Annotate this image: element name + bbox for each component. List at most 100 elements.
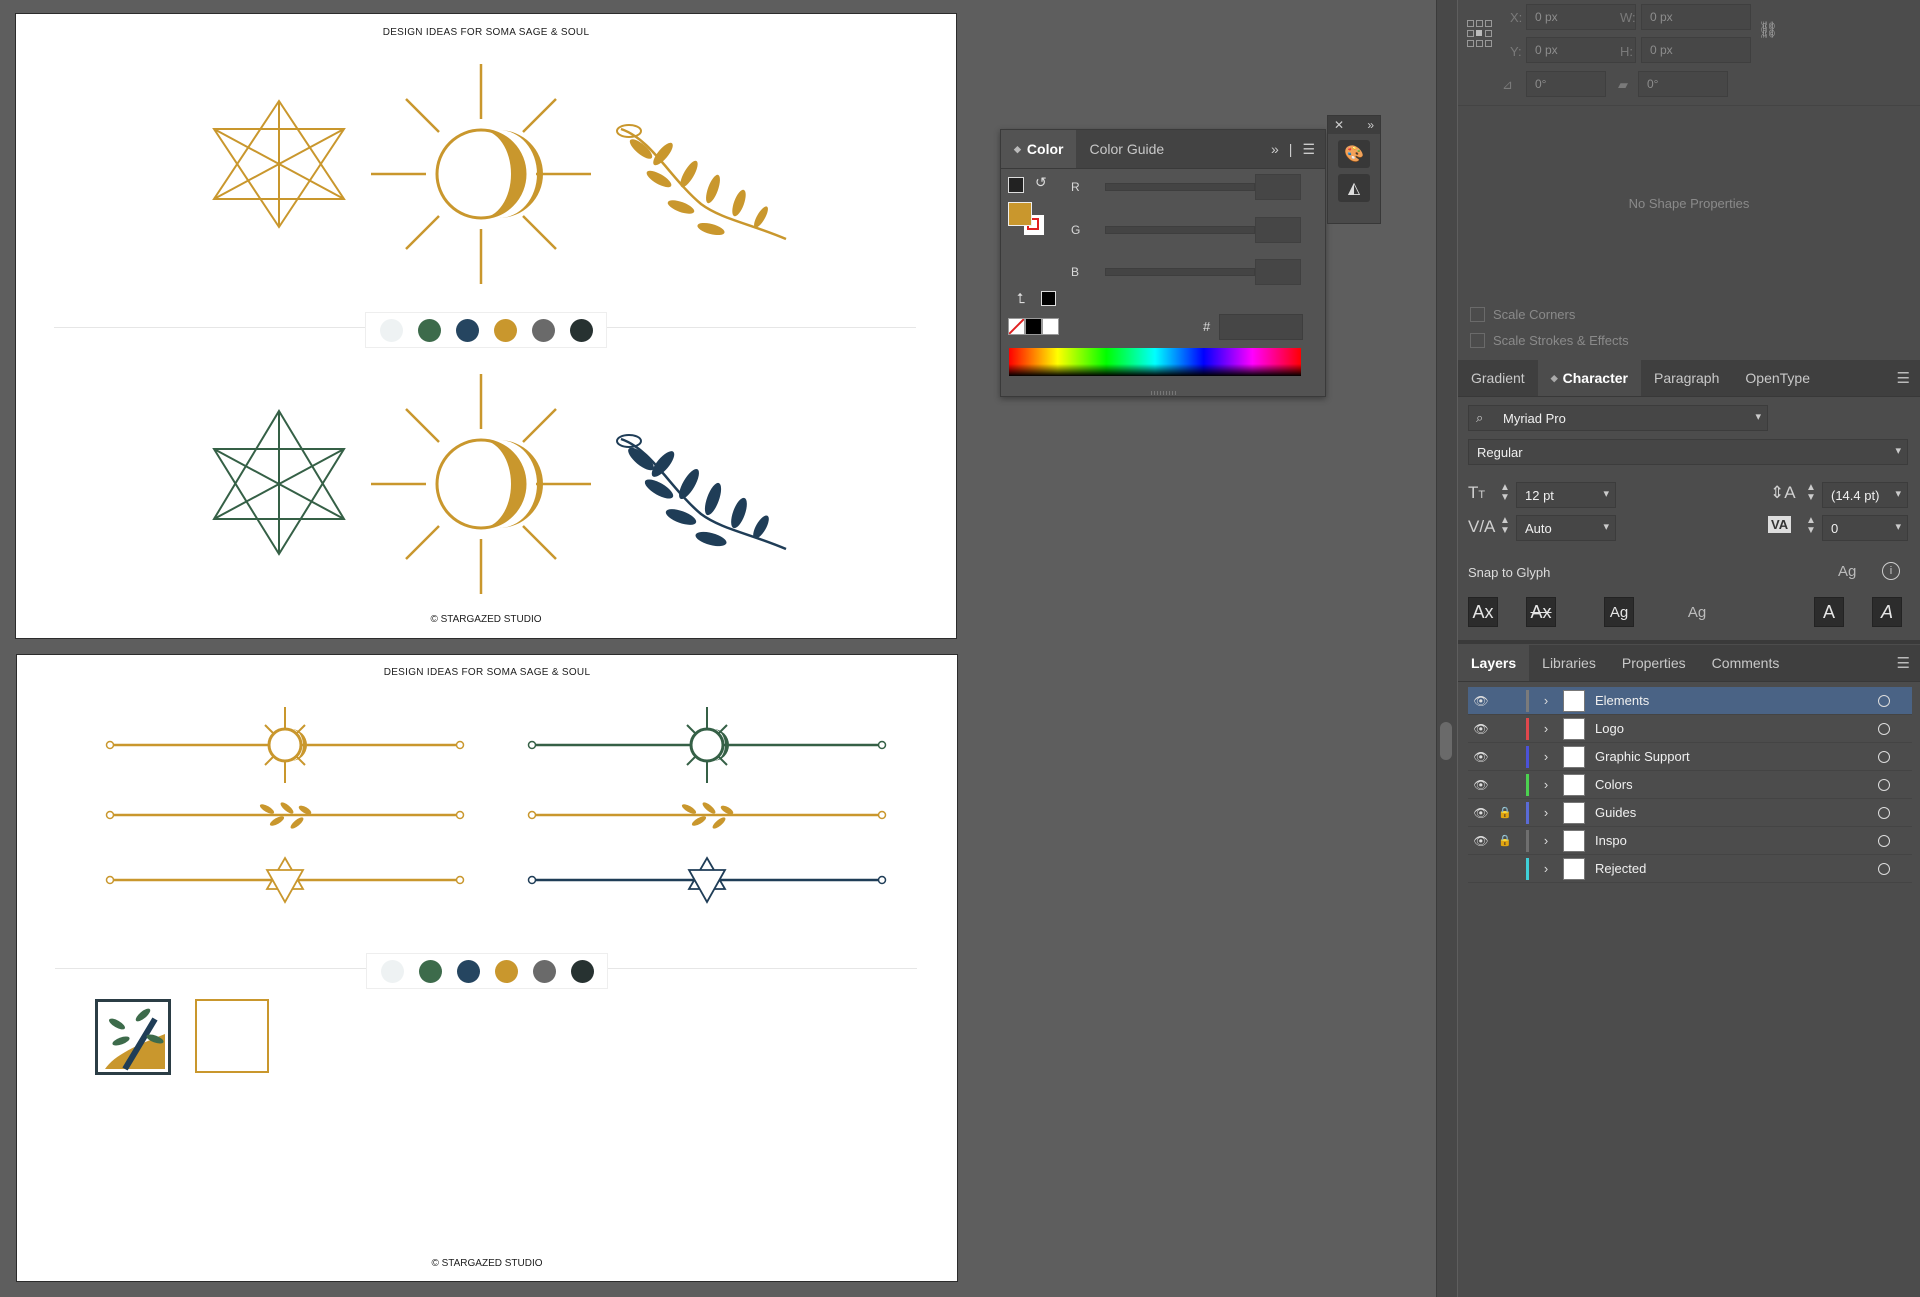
layer-row-rejected[interactable]: › Rejected xyxy=(1468,855,1912,883)
visibility-eye-icon[interactable]: 👁 xyxy=(1468,806,1494,820)
document-canvas[interactable]: DESIGN IDEAS FOR SOMA SAGE & SOUL © STAR… xyxy=(0,0,1436,1297)
leading-stepper-icon[interactable]: ▲ ▼ xyxy=(1806,483,1816,503)
scale-strokes-checkbox[interactable] xyxy=(1470,333,1485,348)
layer-row-elements[interactable]: 👁 › Elements xyxy=(1468,687,1912,715)
color-palette-icon[interactable]: 🎨 xyxy=(1338,140,1370,168)
layer-row-inspo[interactable]: 👁 🔒 › Inspo xyxy=(1468,827,1912,855)
visibility-eye-icon[interactable]: 👁 xyxy=(1468,778,1494,792)
scale-strokes-row[interactable]: Scale Strokes & Effects xyxy=(1470,333,1629,348)
w-field[interactable]: 0 px xyxy=(1641,4,1751,30)
tab-color[interactable]: ◆ Color xyxy=(1001,130,1077,168)
rotate-field[interactable]: 0° xyxy=(1526,71,1606,97)
web-safe-swatch[interactable] xyxy=(1041,291,1056,306)
visibility-eye-icon[interactable]: 👁 xyxy=(1468,834,1494,848)
slider-g-value[interactable] xyxy=(1255,217,1301,243)
scale-corners-row[interactable]: Scale Corners xyxy=(1470,307,1575,322)
swap-arrow-icon[interactable]: ↺ xyxy=(1035,174,1047,191)
layer-name[interactable]: Inspo xyxy=(1595,833,1627,848)
scale-corners-checkbox[interactable] xyxy=(1470,307,1485,322)
expand-arrow-icon[interactable]: › xyxy=(1535,693,1557,708)
target-circle-icon[interactable] xyxy=(1878,722,1890,735)
tracking-field[interactable]: 0 ▾ xyxy=(1822,515,1908,541)
expand-arrow-icon[interactable]: › xyxy=(1535,805,1557,820)
panel-divider[interactable] xyxy=(1436,0,1457,1297)
snap-angle-glyph-icon[interactable]: A xyxy=(1872,597,1902,627)
snap-baseline-icon[interactable]: Ax xyxy=(1468,597,1498,627)
tab-properties[interactable]: Properties xyxy=(1609,645,1699,681)
font-family-dropdown[interactable]: ⌕ Myriad Pro ▾ xyxy=(1468,405,1768,431)
color-spectrum[interactable] xyxy=(1009,348,1301,376)
layer-row-colors[interactable]: 👁 › Colors xyxy=(1468,771,1912,799)
artboard-1[interactable]: DESIGN IDEAS FOR SOMA SAGE & SOUL © STAR… xyxy=(15,13,957,639)
slider-r-value[interactable] xyxy=(1255,174,1301,200)
visibility-eye-icon[interactable]: 👁 xyxy=(1468,750,1494,764)
expand-arrow-icon[interactable]: › xyxy=(1535,861,1557,876)
white-swatch[interactable] xyxy=(1042,318,1059,335)
slider-r[interactable]: R xyxy=(1071,174,1301,200)
kerning-stepper-icon[interactable]: ▲ ▼ xyxy=(1500,516,1510,536)
snap-proximity-icon[interactable]: Ag xyxy=(1682,597,1712,627)
close-dock-icon[interactable]: ✕ xyxy=(1334,118,1344,132)
target-circle-icon[interactable] xyxy=(1878,862,1890,875)
slider-r-track[interactable] xyxy=(1104,183,1256,191)
expand-arrow-icon[interactable]: › xyxy=(1535,833,1557,848)
target-circle-icon[interactable] xyxy=(1878,694,1890,707)
slider-g-track[interactable] xyxy=(1104,226,1256,234)
tab-layers[interactable]: Layers xyxy=(1458,645,1530,681)
slider-g[interactable]: G xyxy=(1071,217,1301,243)
fill-swatch[interactable] xyxy=(1008,202,1032,226)
swap-default-icon[interactable] xyxy=(1008,177,1024,193)
expand-arrow-icon[interactable]: › xyxy=(1535,749,1557,764)
glyph-options-icon[interactable]: Ag xyxy=(1838,563,1856,580)
out-of-gamut-icon[interactable]: ⮤ xyxy=(1017,290,1025,307)
font-style-dropdown[interactable]: Regular ▾ xyxy=(1468,439,1908,465)
lock-icon[interactable]: 🔒 xyxy=(1494,834,1516,847)
layer-name[interactable]: Logo xyxy=(1595,721,1624,736)
leading-field[interactable]: (14.4 pt) ▾ xyxy=(1822,482,1908,508)
layer-row-guides[interactable]: 👁 🔒 › Guides xyxy=(1468,799,1912,827)
gradient-swatch-icon[interactable]: ◭ xyxy=(1338,174,1370,202)
artboard-2[interactable]: DESIGN IDEAS FOR SOMA SAGE & SOUL © STAR… xyxy=(16,654,958,1282)
layer-name[interactable]: Guides xyxy=(1595,805,1636,820)
layer-name[interactable]: Colors xyxy=(1595,777,1633,792)
tab-paragraph[interactable]: Paragraph xyxy=(1641,360,1732,396)
shear-field[interactable]: 0° xyxy=(1638,71,1728,97)
hex-input[interactable] xyxy=(1219,314,1303,340)
font-size-stepper-icon[interactable]: ▲ ▼ xyxy=(1500,483,1510,503)
tab-comments[interactable]: Comments xyxy=(1699,645,1793,681)
info-icon[interactable]: i xyxy=(1882,562,1900,580)
none-swatch[interactable] xyxy=(1008,318,1025,335)
lock-icon[interactable]: 🔒 xyxy=(1494,806,1516,819)
target-circle-icon[interactable] xyxy=(1878,750,1890,763)
target-circle-icon[interactable] xyxy=(1878,834,1890,847)
layer-row-logo[interactable]: 👁 › Logo xyxy=(1468,715,1912,743)
snap-glyph-bounds-icon[interactable]: Ag xyxy=(1604,597,1634,627)
reference-point-icon[interactable] xyxy=(1467,20,1492,47)
expand-dock-icon[interactable]: » xyxy=(1367,118,1374,132)
tab-gradient[interactable]: Gradient xyxy=(1458,360,1538,396)
target-circle-icon[interactable] xyxy=(1878,806,1890,819)
slider-b[interactable]: B xyxy=(1071,259,1301,285)
layer-name[interactable]: Graphic Support xyxy=(1595,749,1690,764)
h-field[interactable]: 0 px xyxy=(1641,37,1751,63)
target-circle-icon[interactable] xyxy=(1878,778,1890,791)
tracking-stepper-icon[interactable]: ▲ ▼ xyxy=(1806,516,1816,536)
tab-libraries[interactable]: Libraries xyxy=(1529,645,1609,681)
constrain-proportions-icon[interactable]: ⛓ xyxy=(1758,20,1778,40)
layer-row-graphic-support[interactable]: 👁 › Graphic Support xyxy=(1468,743,1912,771)
layer-name[interactable]: Elements xyxy=(1595,693,1649,708)
expand-panel-icon[interactable]: » xyxy=(1271,141,1279,157)
collapsed-panel-dock[interactable]: ✕ » 🎨 ◭ xyxy=(1327,115,1381,224)
black-swatch[interactable] xyxy=(1025,318,1042,335)
slider-b-track[interactable] xyxy=(1104,268,1256,276)
expand-arrow-icon[interactable]: › xyxy=(1535,721,1557,736)
tab-character[interactable]: ◆ Character xyxy=(1537,360,1641,396)
layers-menu-icon[interactable]: ☰ xyxy=(1897,645,1920,681)
expand-arrow-icon[interactable]: › xyxy=(1535,777,1557,792)
snap-angular-icon[interactable]: A xyxy=(1814,597,1844,627)
slider-b-value[interactable] xyxy=(1255,259,1301,285)
tab-opentype[interactable]: OpenType xyxy=(1732,360,1823,396)
visibility-eye-icon[interactable]: 👁 xyxy=(1468,722,1494,736)
kerning-field[interactable]: Auto ▾ xyxy=(1516,515,1616,541)
layer-name[interactable]: Rejected xyxy=(1595,861,1646,876)
